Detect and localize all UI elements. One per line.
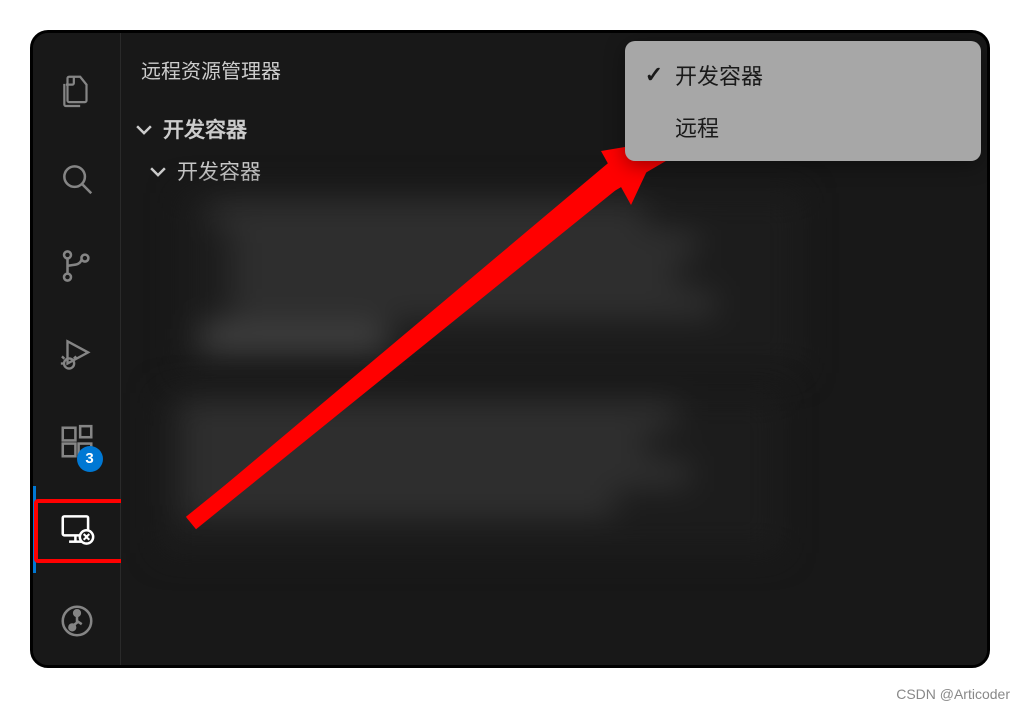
search-tab[interactable] — [33, 135, 121, 223]
chevron-down-icon — [147, 160, 169, 182]
dropdown-label: 开发容器 — [675, 59, 763, 91]
git-graph-tab[interactable] — [33, 577, 121, 665]
remote-type-dropdown: ✓ 开发容器 远程 — [625, 41, 981, 161]
remote-explorer-tab[interactable] — [33, 486, 121, 574]
blurred-content — [161, 393, 781, 553]
dropdown-item-remote[interactable]: 远程 — [625, 101, 981, 153]
explorer-tab[interactable] — [33, 47, 121, 135]
watermark-text: CSDN @Articoder — [896, 686, 1010, 702]
chevron-down-icon — [133, 118, 155, 140]
extensions-badge: 3 — [77, 446, 103, 472]
run-debug-tab[interactable] — [33, 310, 121, 398]
activity-bar: 3 — [33, 33, 121, 665]
remote-explorer-panel: 远程资源管理器 开发容器 开发容器 — [121, 33, 987, 665]
play-bug-icon — [58, 335, 96, 373]
dropdown-item-dev-container[interactable]: ✓ 开发容器 — [625, 49, 981, 101]
editor-window: 3 远程资源管理器 — [30, 30, 990, 668]
remote-explorer-icon — [58, 510, 96, 548]
check-icon: ✓ — [641, 62, 667, 88]
dropdown-label: 远程 — [675, 111, 719, 143]
blurred-content — [181, 193, 801, 373]
extensions-tab[interactable]: 3 — [33, 398, 121, 486]
tree-child-label: 开发容器 — [177, 156, 261, 186]
files-icon — [58, 72, 96, 110]
git-icon — [58, 602, 96, 640]
branch-icon — [58, 247, 96, 285]
source-control-tab[interactable] — [33, 222, 121, 310]
tree-root-label: 开发容器 — [163, 114, 247, 144]
search-icon — [58, 160, 96, 198]
